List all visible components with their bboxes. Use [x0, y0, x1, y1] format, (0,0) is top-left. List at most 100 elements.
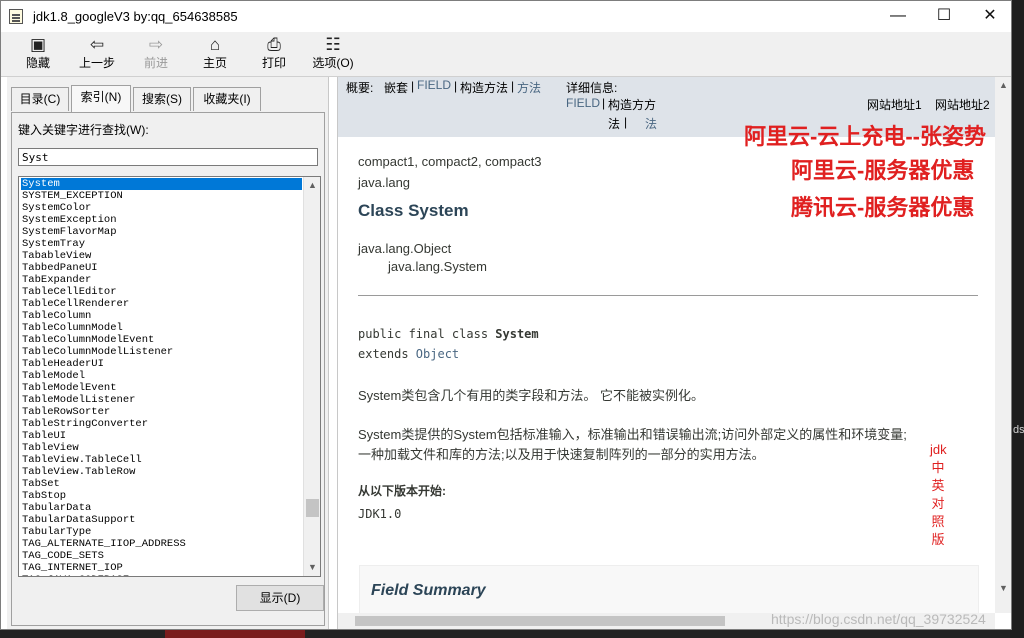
index-list-scrollbar[interactable]: ▲ ▼ [303, 177, 320, 576]
hide-label: 隐藏 [25, 56, 50, 70]
index-list-items: System SYSTEM_EXCEPTION SystemColor SystemE… [21, 178, 302, 576]
index-list-item[interactable]: SystemException [21, 214, 302, 226]
index-list-item[interactable]: TableHeaderUI [21, 358, 302, 370]
index-list-item[interactable]: SystemTray [21, 238, 302, 250]
index-list-item[interactable]: TableCellEditor [21, 286, 302, 298]
options-label: 选项(O) [312, 56, 354, 70]
index-list-item[interactable]: TableColumnModel [21, 322, 302, 334]
nav-separator: | [624, 115, 628, 129]
index-list-item[interactable]: TabStop [21, 490, 302, 502]
index-list-item[interactable]: TableStringConverter [21, 418, 302, 430]
tab-search[interactable]: 搜索(S) [133, 87, 191, 111]
vertical-note-char: 中 [931, 460, 945, 475]
csdn-watermark: https://blog.csdn.net/qq_39732524 [771, 611, 986, 627]
nav-separator: | [454, 79, 458, 93]
extends-clause: extends Object [358, 347, 459, 361]
scroll-down-arrow-icon[interactable]: ▼ [304, 559, 320, 576]
index-list-item[interactable]: TabularType [21, 526, 302, 538]
vertical-red-note: jdk 中英对照版 [930, 441, 947, 549]
back-button[interactable]: ⇦ 上一步 [72, 34, 122, 74]
index-list-item[interactable]: TableRowSorter [21, 406, 302, 418]
index-list-item[interactable]: TableView.TableCell [21, 454, 302, 466]
summary-method-link[interactable]: 方法 [517, 79, 541, 96]
index-list-item[interactable]: TabularDataSupport [21, 514, 302, 526]
content-vertical-scrollbar[interactable]: ▲ ▼ [995, 77, 1011, 613]
index-list-item[interactable]: TAG_CODE_SETS [21, 550, 302, 562]
index-list-item[interactable]: TableColumn [21, 310, 302, 322]
back-arrow-icon: ⇦ [89, 35, 105, 54]
index-list-item[interactable]: TableView [21, 442, 302, 454]
home-button[interactable]: ⌂ 主页 [190, 34, 240, 74]
index-list[interactable]: System SYSTEM_EXCEPTION SystemColor SystemE… [18, 176, 321, 577]
index-list-item[interactable]: SYSTEM_EXCEPTION [21, 190, 302, 202]
index-list-item[interactable]: TabularData [21, 502, 302, 514]
detail-method-link[interactable]: 法 [645, 115, 657, 132]
index-list-item[interactable]: TableColumnModelEvent [21, 334, 302, 346]
keyword-input[interactable] [18, 148, 318, 166]
index-list-item[interactable]: TAG_INTERNET_IOP [21, 562, 302, 574]
vertical-note-char: jdk [930, 442, 947, 457]
index-list-item[interactable]: TableModelListener [21, 394, 302, 406]
index-list-item[interactable]: TableView.TableRow [21, 466, 302, 478]
index-list-item[interactable]: TAG_ALTERNATE_IIOP_ADDRESS [21, 538, 302, 550]
index-list-item[interactable]: TableColumnModelListener [21, 346, 302, 358]
index-list-item[interactable]: TabableView [21, 250, 302, 262]
print-button[interactable]: ⎙ 打印 [249, 34, 299, 74]
index-list-item[interactable]: TableCellRenderer [21, 298, 302, 310]
maximize-button[interactable]: ☐ [921, 1, 967, 32]
index-list-item[interactable]: System [21, 178, 302, 190]
keyword-label: 键入关键字进行查找(W): [18, 123, 149, 137]
desktop-background [1010, 0, 1024, 638]
forward-arrow-icon: ⇨ [148, 35, 164, 54]
extends-object-link[interactable]: Object [416, 347, 459, 361]
index-list-item[interactable]: SystemFlavorMap [21, 226, 302, 238]
scroll-up-arrow-icon[interactable]: ▲ [304, 177, 320, 194]
display-button[interactable]: 显示(D) [236, 585, 324, 611]
tab-index[interactable]: 索引(N) [71, 85, 131, 112]
summary-constructor: 构造方法 [460, 81, 509, 95]
site-link-1[interactable]: 网站地址1 [867, 96, 922, 113]
help-app-icon [9, 9, 23, 24]
package-name: java.lang [358, 175, 411, 190]
index-list-item[interactable]: TabSet [21, 478, 302, 490]
forward-label: 前进 [143, 56, 168, 70]
summary-field-link[interactable]: FIELD [417, 78, 451, 92]
window-title: jdk1.8_googleV3 by:qq_654638585 [33, 9, 238, 24]
profiles-text: compact1, compact2, compact3 [358, 154, 542, 169]
index-list-item[interactable]: TabExpander [21, 274, 302, 286]
tab-favorites[interactable]: 收藏夹(I) [193, 87, 261, 111]
extends-keyword: extends [358, 347, 416, 361]
content-horizontal-thumb[interactable] [355, 616, 725, 626]
index-list-item[interactable]: SystemColor [21, 202, 302, 214]
index-list-item[interactable]: TableUI [21, 430, 302, 442]
ad-link-aliyun-server[interactable]: 阿里云-服务器优惠 [791, 153, 974, 185]
close-button[interactable]: ✕ [967, 1, 1011, 32]
options-button[interactable]: ☷ 选项(O) [307, 34, 359, 74]
content-scroll-down-icon[interactable]: ▼ [995, 580, 1011, 597]
forward-button[interactable]: ⇨ 前进 [131, 34, 181, 74]
detail-field-link[interactable]: FIELD [566, 96, 600, 110]
vertical-note-char: 对 [931, 496, 945, 511]
inheritance-parent-link[interactable]: java.lang.Object [358, 241, 451, 256]
detail-constructor-wrap: 法 [608, 117, 621, 131]
index-list-item[interactable]: TableModelEvent [21, 382, 302, 394]
content-scroll-up-icon[interactable]: ▲ [995, 77, 1011, 94]
summary-label: 概要: [346, 81, 374, 95]
ad-link-aliyun-charge[interactable]: 阿里云-云上充电--张姿势 [744, 119, 986, 151]
nav-separator: | [602, 96, 606, 110]
hide-button[interactable]: ▣ 隐藏 [13, 34, 63, 74]
tab-contents[interactable]: 目录(C) [11, 87, 69, 111]
description-1: System类包含几个有用的类字段和方法。 它不能被实例化。 [358, 388, 704, 403]
scroll-thumb[interactable] [306, 499, 319, 517]
minimize-button[interactable]: — [875, 1, 921, 32]
index-list-item[interactable]: TableModel [21, 370, 302, 382]
site-link-2[interactable]: 网站地址2 [935, 96, 990, 113]
index-list-item[interactable]: TAG_JAVA_CODEBASE [21, 574, 302, 576]
nav-separator: | [511, 79, 515, 93]
ad-link-tencent-server[interactable]: 腾讯云-服务器优惠 [791, 190, 974, 222]
home-icon: ⌂ [209, 35, 221, 54]
index-list-item[interactable]: TabbedPaneUI [21, 262, 302, 274]
help-viewer-window: jdk1.8_googleV3 by:qq_654638585 — ☐ ✕ ▣ … [0, 0, 1012, 630]
section-divider [358, 295, 978, 296]
title-bar[interactable]: jdk1.8_googleV3 by:qq_654638585 — ☐ ✕ [1, 1, 1011, 32]
